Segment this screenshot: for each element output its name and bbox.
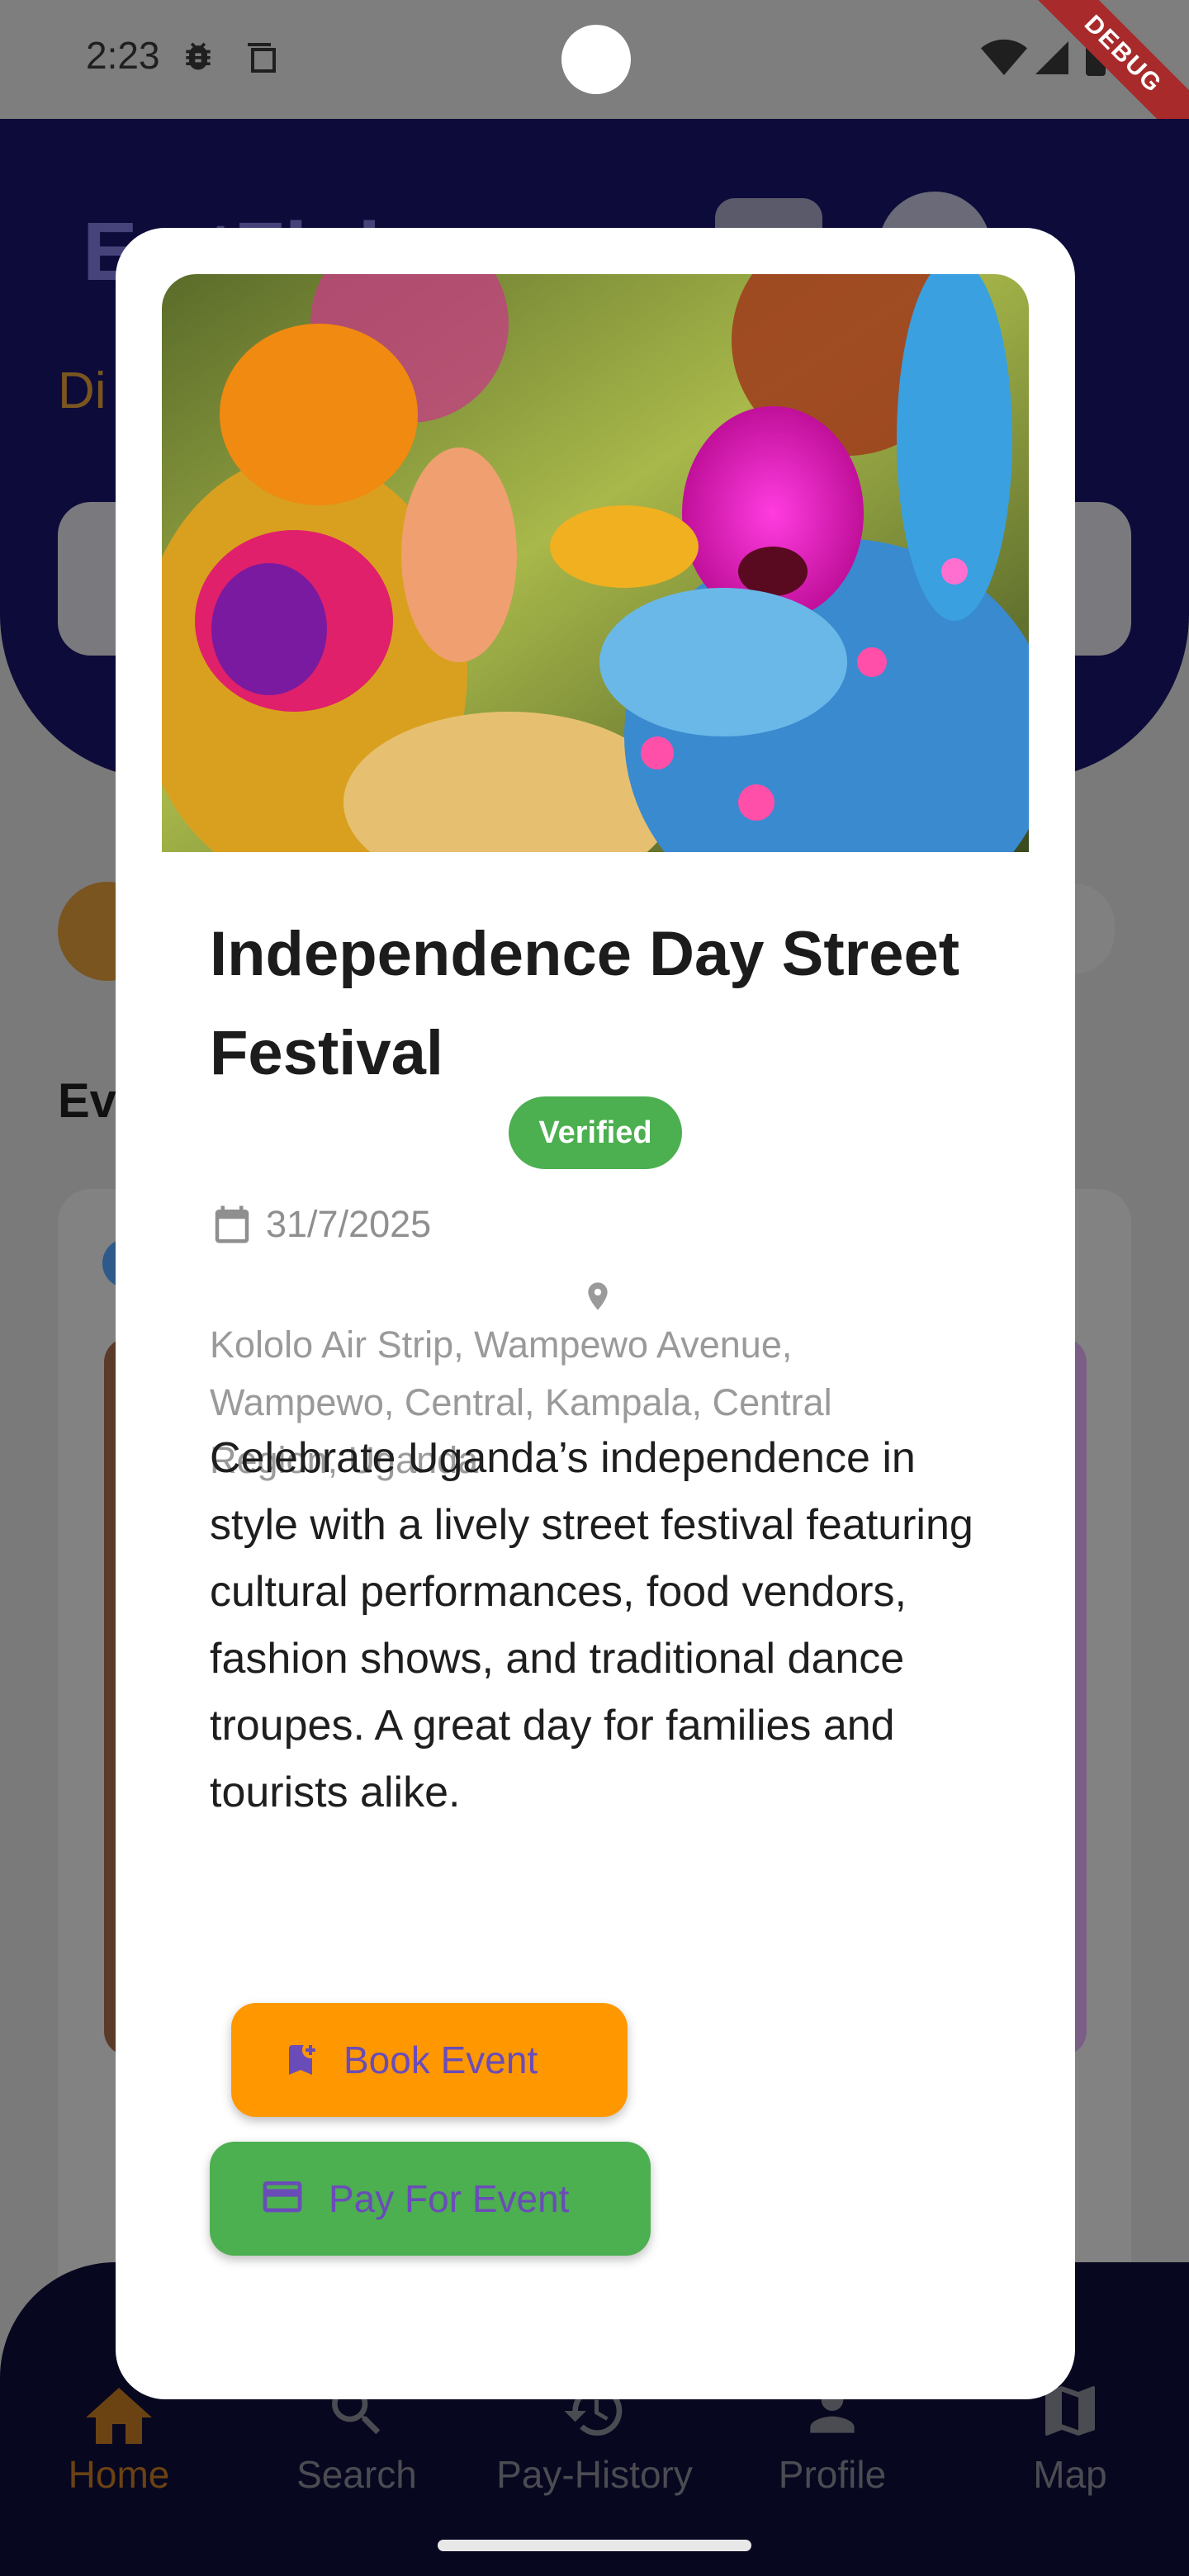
screen-icon [248, 43, 276, 73]
nav-label-profile: Profile [778, 2453, 887, 2496]
wifi-icon [981, 39, 1027, 75]
home-indicator[interactable] [438, 2540, 751, 2551]
section-title: Ev [58, 1074, 116, 1128]
event-detail-dialog: Independence Day Street Festival Verifie… [116, 228, 1075, 2399]
event-date: 31/7/2025 [266, 1203, 432, 1245]
nav-label-pay-history: Pay-History [496, 2453, 693, 2496]
credit-card-icon [263, 2181, 302, 2213]
bug-icon [186, 42, 211, 70]
event-image [162, 274, 1029, 852]
calendar-icon [215, 1205, 249, 1243]
nav-label-map: Map [1033, 2453, 1107, 2496]
verified-badge: Verified [509, 1096, 682, 1169]
pay-event-label: Pay For Event [329, 2177, 570, 2220]
pay-event-button[interactable]: Pay For Event [210, 2142, 651, 2256]
event-date-row: 31/7/2025 [210, 1196, 431, 1253]
bookmark-add-icon [289, 2045, 315, 2075]
nav-label-home: Home [68, 2453, 170, 2496]
location-pin-icon [588, 1282, 608, 1310]
event-title: Independence Day Street Festival [210, 919, 960, 1088]
book-event-label: Book Event [343, 2039, 538, 2081]
event-description: Celebrate Uganda’s independence in style… [210, 1434, 973, 1816]
header-subtitle: Di [58, 362, 107, 419]
status-bar: 2:23 DEBUG [0, 0, 1189, 158]
festival-photo-icon [162, 274, 1029, 852]
status-time: 2:23 [86, 34, 160, 77]
book-event-button[interactable]: Book Event [231, 2003, 628, 2117]
signal-icon [1035, 41, 1068, 74]
camera-cutout [561, 25, 631, 94]
nav-label-search: Search [296, 2453, 417, 2496]
